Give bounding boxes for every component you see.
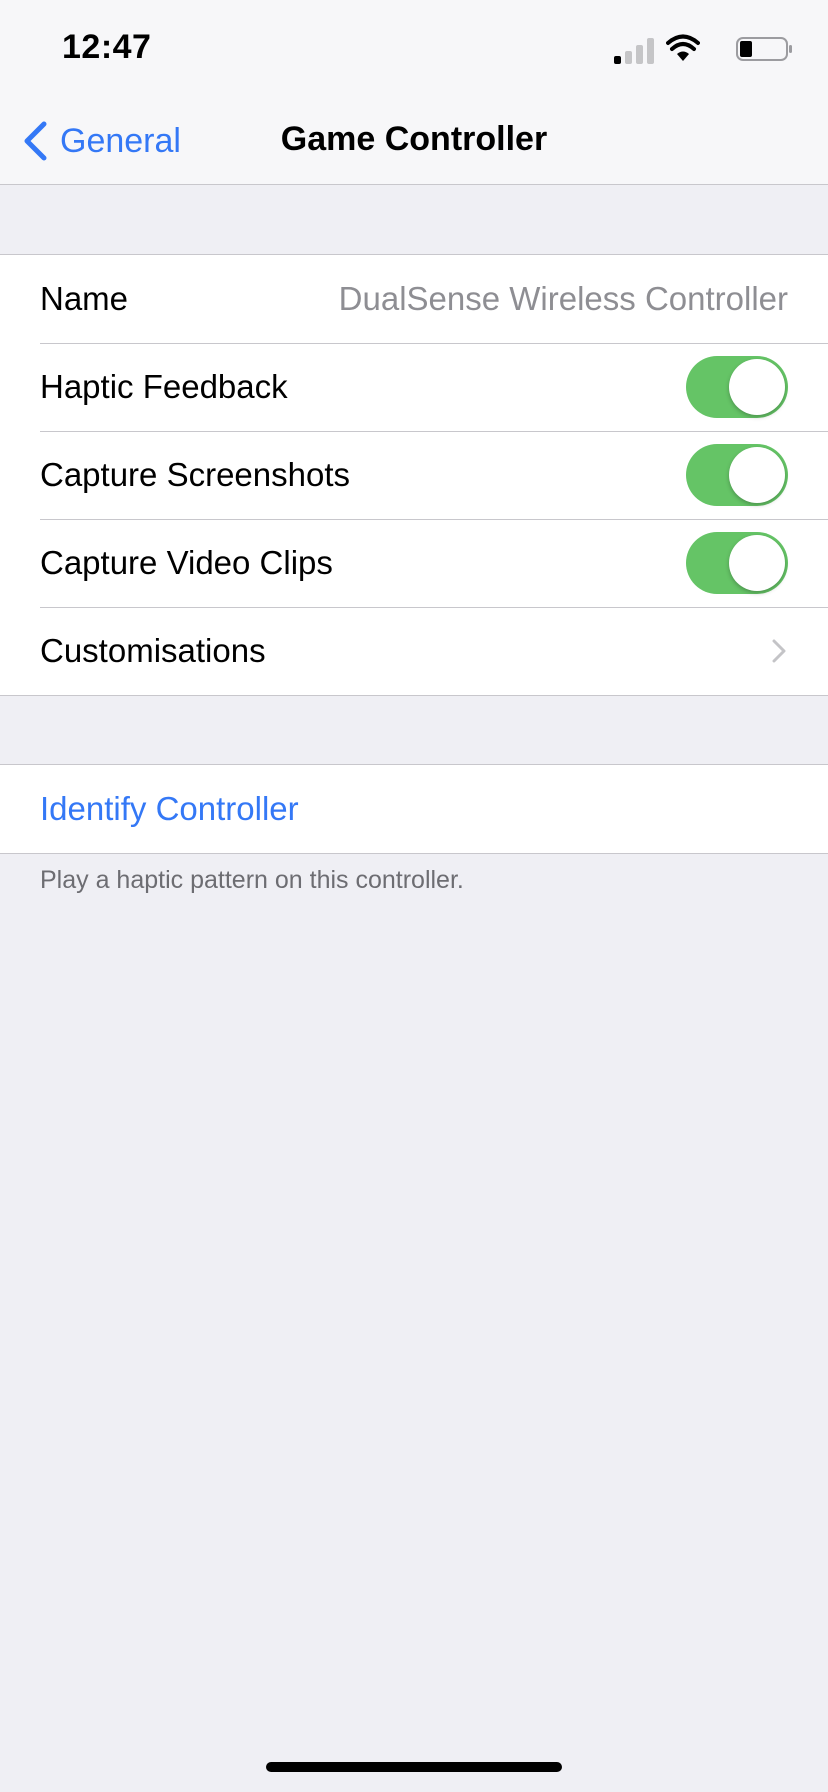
haptic-feedback-toggle[interactable] xyxy=(686,356,788,418)
home-indicator[interactable] xyxy=(266,1762,562,1772)
status-bar: 12:47 xyxy=(0,0,828,100)
capture-screenshots-label: Capture Screenshots xyxy=(40,456,351,493)
battery-icon xyxy=(736,37,792,61)
controller-settings-group: Name DualSense Wireless Controller Hapti… xyxy=(0,254,828,696)
capture-screenshots-toggle[interactable] xyxy=(686,444,788,506)
capture-video-clips-toggle[interactable] xyxy=(686,532,788,594)
toggle-knob xyxy=(729,359,785,415)
haptic-feedback-label: Haptic Feedback xyxy=(40,368,288,405)
wifi-icon xyxy=(666,34,700,61)
identify-controller-button[interactable]: Identify Controller xyxy=(40,765,299,853)
customisations-label: Customisations xyxy=(40,632,266,669)
toggle-knob xyxy=(729,535,785,591)
capture-video-clips-label: Capture Video Clips xyxy=(40,544,333,581)
haptic-feedback-row: Haptic Feedback xyxy=(0,343,828,431)
capture-video-clips-row: Capture Video Clips xyxy=(0,519,828,607)
identify-group: Identify Controller xyxy=(0,764,828,854)
identify-controller-row[interactable]: Identify Controller xyxy=(0,765,828,853)
navigation-bar: General Game Controller xyxy=(0,100,828,185)
name-row[interactable]: Name DualSense Wireless Controller xyxy=(0,255,828,343)
status-time: 12:47 xyxy=(62,28,152,66)
chevron-right-icon xyxy=(772,639,786,663)
name-label: Name xyxy=(40,280,129,317)
customisations-row[interactable]: Customisations xyxy=(0,607,828,695)
cellular-signal-icon xyxy=(614,38,654,64)
toggle-knob xyxy=(729,447,785,503)
identify-footer-note: Play a haptic pattern on this controller… xyxy=(40,866,464,894)
name-value: DualSense Wireless Controller xyxy=(338,280,788,317)
page-title: Game Controller xyxy=(280,120,548,158)
capture-screenshots-row: Capture Screenshots xyxy=(0,431,828,519)
